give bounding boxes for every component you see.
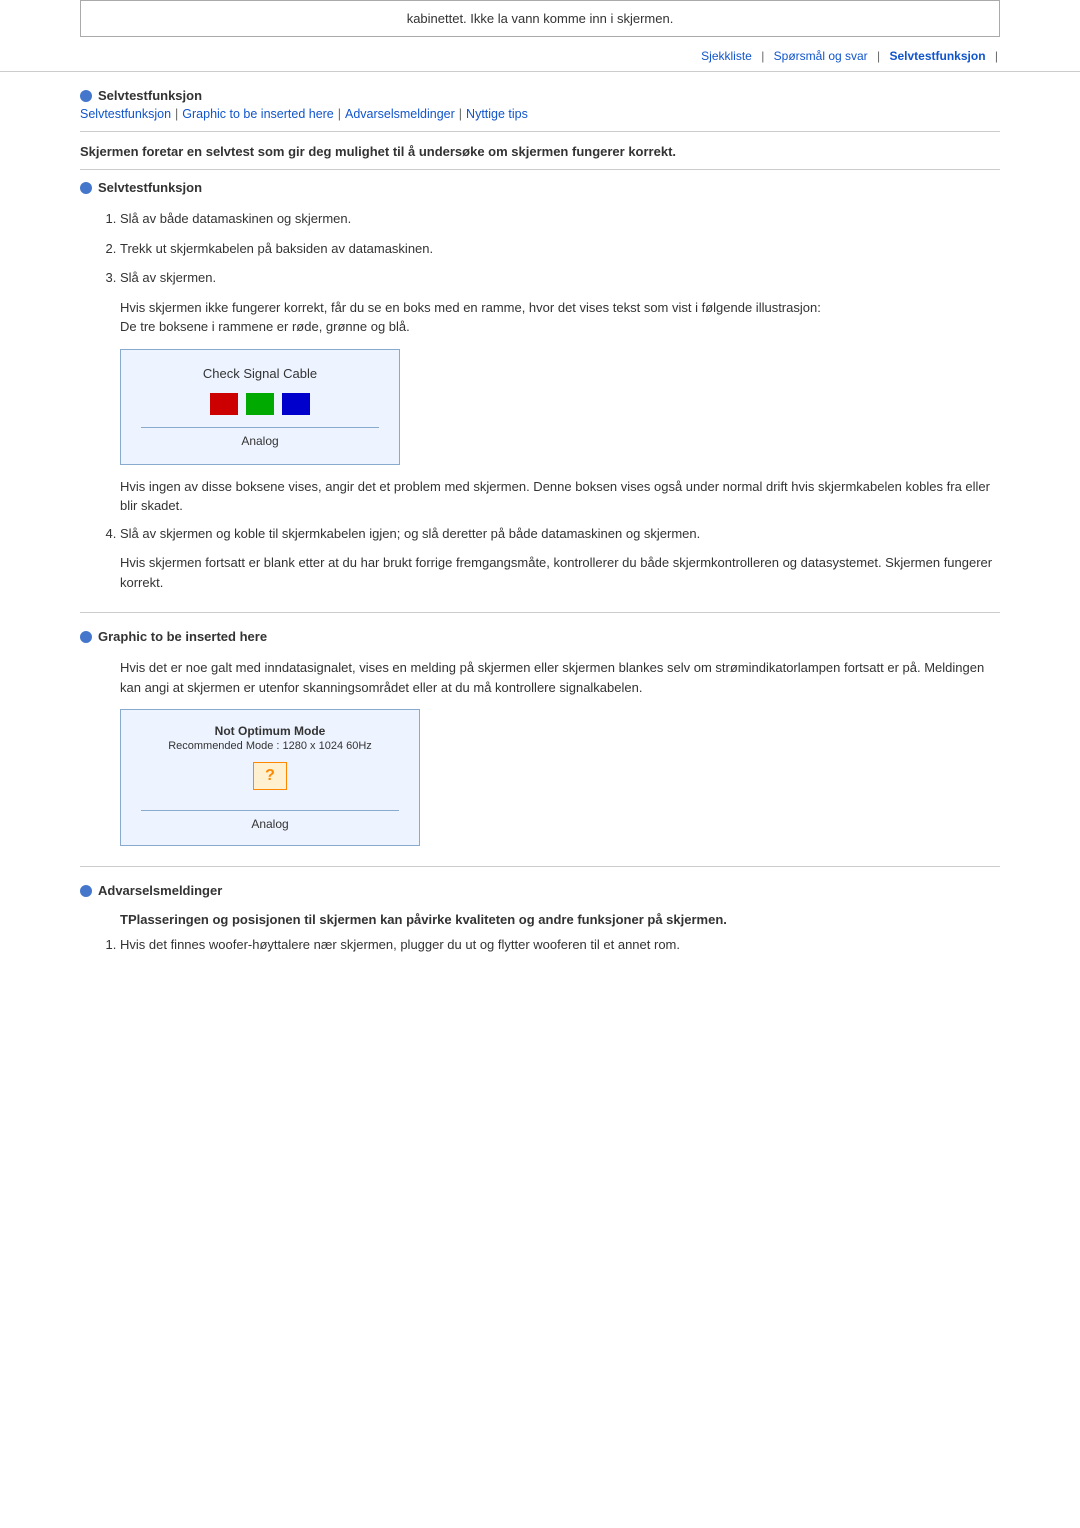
steps-list-4: Slå av skjermen og koble til skjermkabel…	[120, 524, 1000, 544]
section2-header: Graphic to be inserted here	[80, 629, 1000, 648]
breadcrumb-nyttige[interactable]: Nyttige tips	[466, 107, 528, 121]
main-bullet-icon	[80, 90, 92, 102]
section1-title: Selvtestfunksjon	[98, 180, 202, 195]
nav-sep-1: |	[761, 49, 764, 63]
diagram-not-optimum: Not Optimum Mode Recommended Mode : 1280…	[120, 709, 420, 846]
main-section-header: Selvtestfunksjon	[80, 88, 1000, 103]
step-3: Slå av skjermen.	[120, 268, 1000, 288]
question-mark-box: ?	[253, 762, 287, 790]
section3-step1: Hvis det finnes woofer-høyttalere nær sk…	[120, 935, 1000, 955]
steps-list: Slå av både datamaskinen og skjermen. Tr…	[120, 209, 1000, 288]
section1-header: Selvtestfunksjon	[80, 180, 1000, 199]
section-advarsel: Advarselsmeldinger TPlasseringen og posi…	[80, 883, 1000, 955]
color-blue	[282, 393, 310, 415]
diagram2-mode-sub: Recommended Mode : 1280 x 1024 60Hz	[141, 740, 399, 752]
diagram1-title: Check Signal Cable	[141, 366, 379, 381]
step-2: Trekk ut skjermkabelen på baksiden av da…	[120, 239, 1000, 259]
section-selvtest: Selvtestfunksjon Slå av både datamaskine…	[80, 180, 1000, 592]
breadcrumb: Selvtestfunksjon | Graphic to be inserte…	[80, 107, 1000, 132]
divider-1	[80, 612, 1000, 613]
step-1: Slå av både datamaskinen og skjermen.	[120, 209, 1000, 229]
diagram1-label: Analog	[141, 427, 379, 448]
nav-sporsmal[interactable]: Spørsmål og svar	[774, 49, 868, 63]
section3-bold-note: TPlasseringen og posisjonen til skjermen…	[120, 912, 1000, 927]
section3-title: Advarselsmeldinger	[98, 883, 222, 898]
color-red	[210, 393, 238, 415]
section-graphic: Graphic to be inserted here Hvis det er …	[80, 629, 1000, 846]
step-4: Slå av skjermen og koble til skjermkabel…	[120, 524, 1000, 544]
diagram2-mode-title: Not Optimum Mode	[141, 724, 399, 738]
section3-bullet	[80, 885, 92, 897]
main-section-title: Selvtestfunksjon	[98, 88, 202, 103]
divider-2	[80, 866, 1000, 867]
section2-para1: Hvis det er noe galt med inndatasignalet…	[120, 658, 1000, 697]
nav-selvtest[interactable]: Selvtestfunksjon	[890, 49, 986, 63]
color-green	[246, 393, 274, 415]
diagram-check-signal: Check Signal Cable Analog	[120, 349, 400, 465]
section2-title: Graphic to be inserted here	[98, 629, 267, 644]
para3: Hvis skjermen fortsatt er blank etter at…	[120, 553, 1000, 592]
breadcrumb-advarsel[interactable]: Advarselsmeldinger	[345, 107, 455, 121]
section2-bullet	[80, 631, 92, 643]
nav-bar: Sjekkliste | Spørsmål og svar | Selvtest…	[0, 37, 1080, 72]
intro-bold: Skjermen foretar en selvtest som gir deg…	[80, 144, 1000, 170]
breadcrumb-graphic[interactable]: Graphic to be inserted here	[182, 107, 333, 121]
top-banner: kabinettet. Ikke la vann komme inn i skj…	[80, 0, 1000, 37]
section1-bullet	[80, 182, 92, 194]
question-mark: ?	[265, 767, 275, 785]
top-banner-text: kabinettet. Ikke la vann komme inn i skj…	[407, 11, 674, 26]
breadcrumb-selvtest[interactable]: Selvtestfunksjon	[80, 107, 171, 121]
page-content: Selvtestfunksjon Selvtestfunksjon | Grap…	[0, 72, 1080, 1015]
section3-steps: Hvis det finnes woofer-høyttalere nær sk…	[120, 935, 1000, 955]
para2: Hvis ingen av disse boksene vises, angir…	[120, 477, 1000, 516]
nav-sep-3: |	[995, 49, 998, 63]
nav-sep-2: |	[877, 49, 880, 63]
nav-sjekkliste[interactable]: Sjekkliste	[701, 49, 752, 63]
color-blocks	[141, 393, 379, 415]
para1: Hvis skjermen ikke fungerer korrekt, får…	[120, 298, 1000, 337]
diagram2-label: Analog	[141, 810, 399, 831]
section3-header: Advarselsmeldinger	[80, 883, 1000, 902]
